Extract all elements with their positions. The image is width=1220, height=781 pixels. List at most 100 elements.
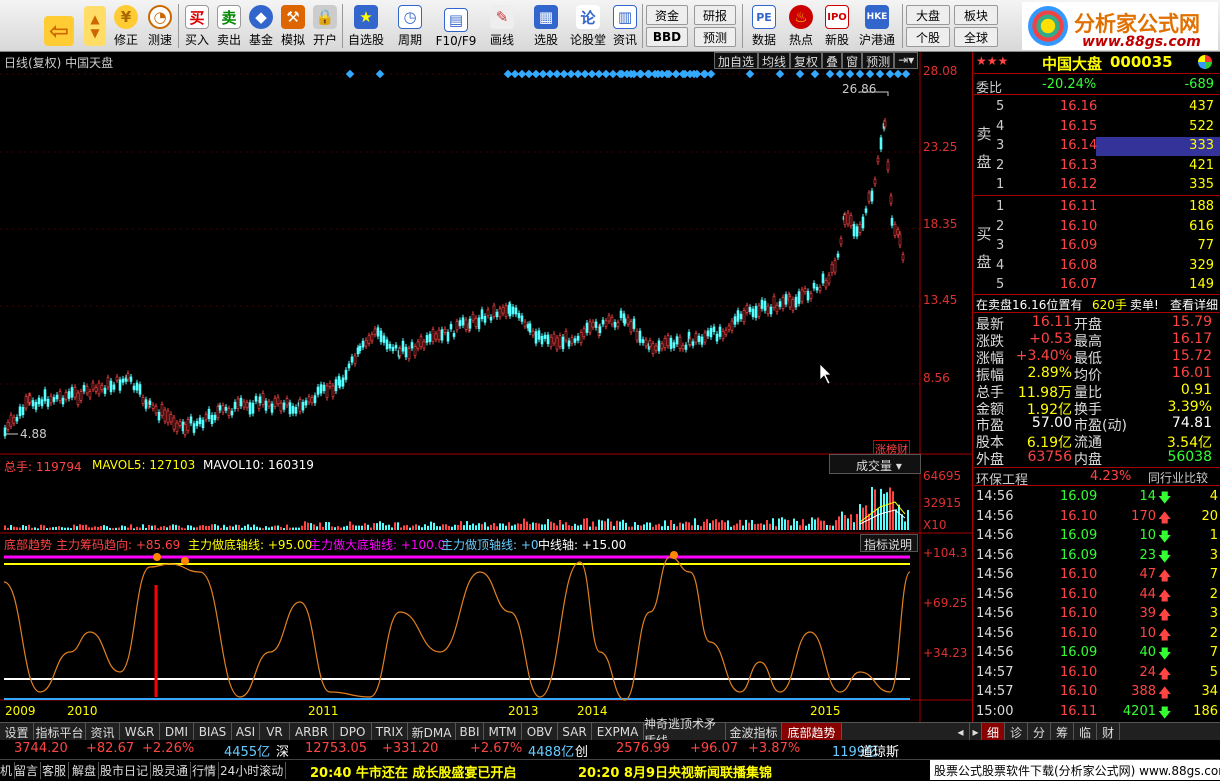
forecast-chart-button[interactable]: 预测 xyxy=(862,52,895,69)
sell-order-row[interactable]: 5 16.16 437 xyxy=(974,98,1220,117)
volume-bar xyxy=(250,527,252,530)
indicator-tab[interactable]: ASI xyxy=(232,723,260,741)
draw-line-button[interactable]: ✎ 画线 xyxy=(482,2,522,50)
news-headline[interactable]: 20:40 牛市还在 成长股盛宴已开启 xyxy=(310,762,516,781)
bbd-button[interactable]: BBD xyxy=(646,27,688,47)
fund-icon: ◆ xyxy=(249,5,273,29)
news-headline[interactable]: 20:20 8月9日央视新闻联播集锦 xyxy=(578,762,772,781)
data-button[interactable]: PE 数据 xyxy=(746,2,782,50)
status-item[interactable]: 机 xyxy=(0,762,16,779)
adjust-button[interactable]: 复权 xyxy=(790,52,823,69)
status-item[interactable]: 留言 xyxy=(14,762,42,779)
indicator-tab[interactable]: DMI xyxy=(160,723,194,741)
status-item[interactable]: 24小时滚动 xyxy=(220,762,287,779)
candle xyxy=(37,397,41,405)
sell-order-row[interactable]: 1 16.12 335 xyxy=(974,176,1220,195)
global-button[interactable]: 全球 xyxy=(954,27,998,47)
new-stock-button[interactable]: IPO 新股 xyxy=(820,2,854,50)
indicator-tab[interactable]: 底部趋势 xyxy=(782,723,842,741)
panel-tab[interactable]: 分 xyxy=(1028,723,1051,741)
capital-button[interactable]: 资金 xyxy=(646,5,688,25)
industry-compare-button[interactable]: 同行业比较 xyxy=(1148,469,1208,486)
indicator-tab[interactable]: BIAS xyxy=(194,723,232,741)
f10-button[interactable]: ▤ F10/F9 xyxy=(432,2,480,50)
forum-button[interactable]: 论论股堂 xyxy=(568,2,608,50)
indicator-tab[interactable]: OBV xyxy=(522,723,558,741)
panel-tab[interactable]: 诊 xyxy=(1005,723,1028,741)
add-watchlist-button[interactable]: 加自选 xyxy=(714,52,759,69)
window-button[interactable]: 窗 xyxy=(842,52,863,69)
research-button[interactable]: 研报 xyxy=(694,5,736,25)
candle xyxy=(849,215,853,227)
order-notice-row[interactable]: 在卖盘16.16位置有 620手 卖单! 查看详细 xyxy=(974,294,1220,313)
up-down-button[interactable]: ▲ ▼ xyxy=(82,2,108,50)
fix-button[interactable]: ¥ 修正 xyxy=(110,2,142,50)
status-item[interactable]: 股灵通 xyxy=(152,762,192,779)
buy-order-row[interactable]: 1 16.11 188 xyxy=(974,198,1220,217)
indicator-tab[interactable]: ARBR xyxy=(290,723,334,741)
indicator-tab[interactable]: EXPMA xyxy=(592,723,644,741)
indicator-tab[interactable]: 指标平台 xyxy=(34,723,86,741)
indicator-tab[interactable]: MTM xyxy=(484,723,522,741)
candle xyxy=(546,334,550,345)
candle xyxy=(79,391,83,401)
indicator-tab[interactable]: 神奇逃顶术矛盾线 xyxy=(644,717,726,748)
panel-tab[interactable]: 财 xyxy=(1097,723,1120,741)
sell-order-row[interactable]: 2 16.13 421 xyxy=(974,157,1220,176)
back-button[interactable]: ⇦ xyxy=(42,2,76,50)
collapse-panel-icon[interactable]: ⇥▾ xyxy=(894,52,919,69)
indicator-tab[interactable]: VR xyxy=(260,723,290,741)
news-button[interactable]: ▥ 资讯 xyxy=(610,2,640,50)
status-item[interactable]: 行情 xyxy=(192,762,220,779)
panel-tab[interactable]: 临 xyxy=(1074,723,1097,741)
moving-average-button[interactable]: 均线 xyxy=(758,52,791,69)
hotspot-button[interactable]: ♨ 热点 xyxy=(784,2,818,50)
candle xyxy=(73,386,77,398)
kline-chart-area[interactable]: 日线(复权) 中国天盘 加自选 均线 复权 叠 窗 预测 ⇥▾ 28.08 23… xyxy=(0,52,973,722)
indicator-tab[interactable]: 新DMA xyxy=(408,723,456,741)
status-item[interactable]: 客服 xyxy=(42,762,70,779)
indicator-help-button[interactable]: 指标说明 xyxy=(860,534,918,552)
indicator-tab[interactable]: W&R xyxy=(120,723,160,741)
buy-order-row[interactable]: 5 16.07 149 xyxy=(974,276,1220,295)
simulate-button[interactable]: ⚒ 模拟 xyxy=(278,2,308,50)
hk-connect-button[interactable]: HKE 沪港通 xyxy=(856,2,898,50)
overlay-button[interactable]: 叠 xyxy=(822,52,843,69)
sell-order-row[interactable]: 3 16.14 333 xyxy=(974,137,1220,156)
indicator-tab[interactable]: BBI xyxy=(456,723,484,741)
forecast-button[interactable]: 预测 xyxy=(694,27,736,47)
indicator-tab[interactable]: 资讯 xyxy=(86,723,120,741)
buy-order-row[interactable]: 4 16.08 329 xyxy=(974,257,1220,276)
buy-order-row[interactable]: 3 16.09 77 xyxy=(974,237,1220,256)
status-item[interactable]: 解盘 xyxy=(72,762,100,779)
status-item[interactable]: 股市日记 xyxy=(100,762,152,779)
market-index-button[interactable]: 大盘 xyxy=(906,5,950,25)
candle xyxy=(138,384,142,395)
indicator-tab[interactable]: TRIX xyxy=(372,723,408,741)
pie-icon[interactable] xyxy=(1198,55,1212,69)
panel-tab[interactable]: 细 xyxy=(982,723,1005,741)
indicator-tab[interactable]: 设置 xyxy=(0,723,34,741)
view-detail-link[interactable]: 查看详细 xyxy=(1170,296,1218,313)
buy-button[interactable]: 买买入 xyxy=(182,2,212,50)
indicator-tab[interactable]: SAR xyxy=(558,723,592,741)
speed-test-button[interactable]: ◔ 测速 xyxy=(144,2,176,50)
sell-button[interactable]: 卖卖出 xyxy=(214,2,244,50)
stock-screen-button[interactable]: ▦ 选股 xyxy=(526,2,566,50)
indicator-tab[interactable]: 金波指标 xyxy=(726,723,782,741)
watchlist-button[interactable]: ★ 自选股 xyxy=(346,2,386,50)
indicator-tab[interactable]: DPO xyxy=(334,723,372,741)
site-banner[interactable]: 股票公式股票软件下载(分析家公式网) www.88gs.com xyxy=(930,760,1220,780)
sector-button[interactable]: 板块 xyxy=(954,5,998,25)
single-stock-button[interactable]: 个股 xyxy=(906,27,950,47)
period-button[interactable]: ◷ 周期 xyxy=(390,2,430,50)
fund-button[interactable]: ◆ 基金 xyxy=(246,2,276,50)
open-account-button[interactable]: 🔒 开户 xyxy=(310,2,340,50)
main-toolbar: ⇦ ▲ ▼ ¥ 修正 ◔ 测速 买买入 卖卖出 ◆ 基金 ⚒ 模拟 🔒 开户 ★ 自选股 ◷ 周… xyxy=(0,0,1220,52)
tab-scroll-left-icon[interactable]: ◂ xyxy=(952,723,970,741)
volume-indicator-dropdown[interactable]: 成交量 ▾ xyxy=(829,454,921,474)
buy-order-row[interactable]: 2 16.10 616 xyxy=(974,218,1220,237)
tab-scroll-right-icon[interactable]: ▸ xyxy=(970,723,982,741)
sell-order-row[interactable]: 4 16.15 522 xyxy=(974,118,1220,137)
panel-tab[interactable]: 筹 xyxy=(1051,723,1074,741)
